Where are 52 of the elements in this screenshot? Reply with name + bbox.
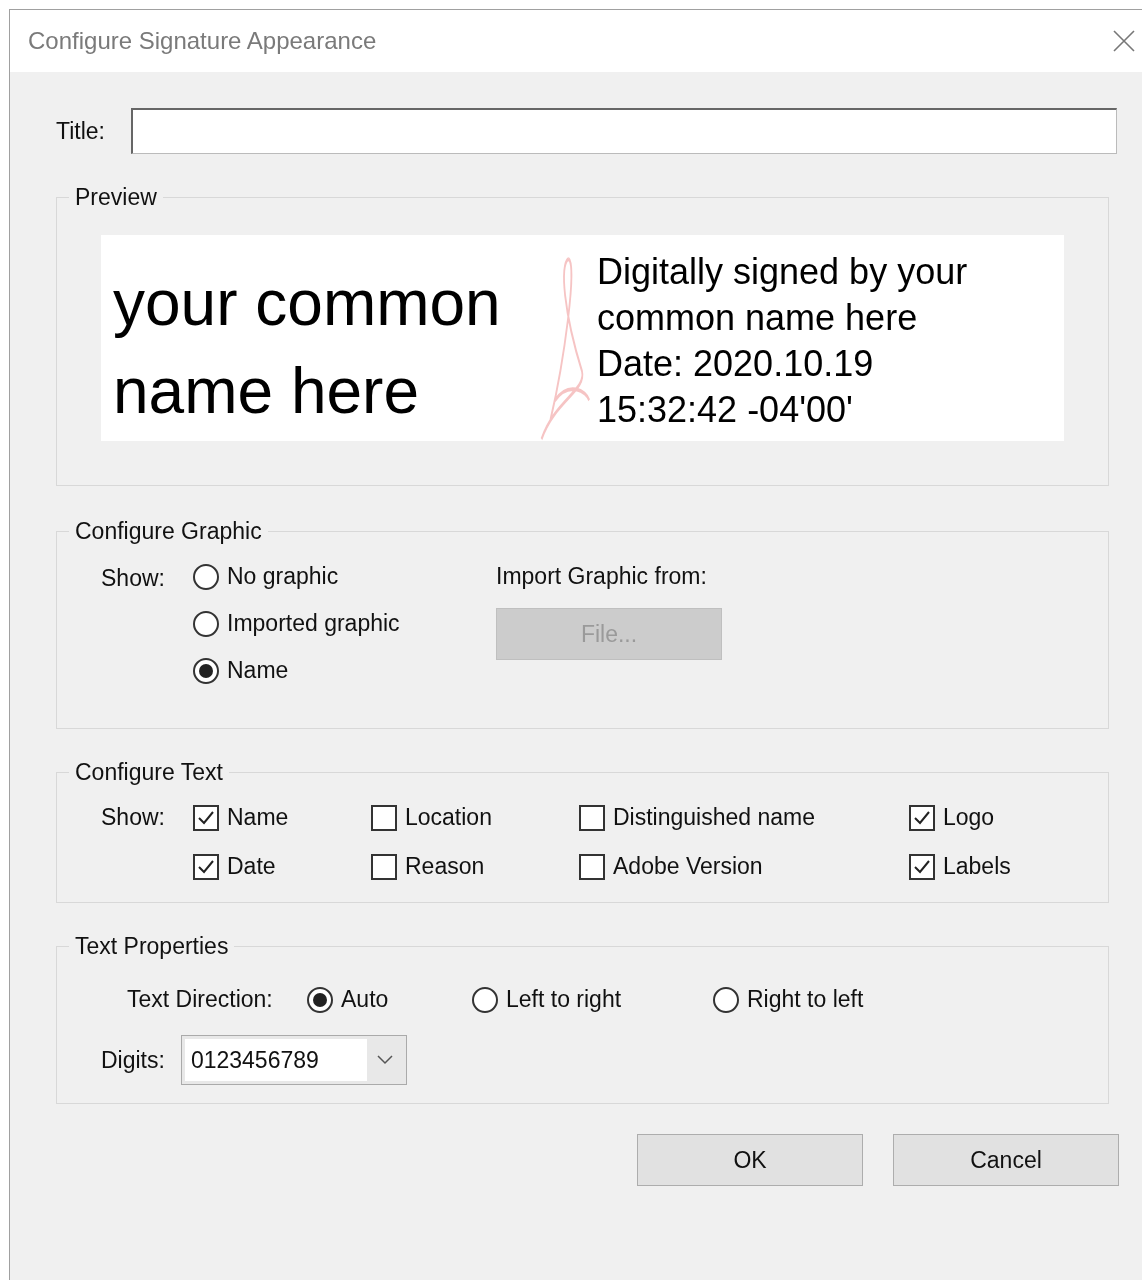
radio-button[interactable] [193,563,219,590]
checkbox-option[interactable]: Labels [909,853,1108,880]
group-title: Preview [74,184,158,211]
checkmark-icon [197,858,215,875]
radio-option[interactable]: No graphic [193,563,496,590]
checkbox[interactable] [371,804,397,831]
radio-option[interactable]: Name [193,657,496,684]
checkbox[interactable] [909,853,935,880]
checkbox-option[interactable]: Reason [371,853,579,880]
radio-button[interactable] [193,610,219,637]
group-title: Text Properties [74,933,230,960]
checkbox-option[interactable]: Location [371,804,579,831]
title-label: Title: [56,117,105,145]
show-label: Show: [101,804,166,832]
import-label: Import Graphic from: [496,563,708,590]
checkbox[interactable] [909,804,935,831]
dialog-button[interactable]: Cancel [893,1134,1119,1186]
radio-button[interactable] [193,657,219,684]
checkmark-icon [913,858,931,875]
radio-button[interactable] [472,986,498,1013]
checkbox-option[interactable]: Date [193,853,371,880]
checkbox[interactable] [579,804,605,831]
checkbox-option[interactable]: Distinguished name [579,804,909,831]
checkmark-icon [913,809,931,826]
radio-option[interactable]: Auto [307,986,472,1013]
signature-details: Date: 2020.10.19 15:32:42 -04'00' [597,342,875,432]
chevron-down-icon [376,1055,393,1065]
checkbox[interactable] [579,853,605,880]
window-title: Configure Signature Appearance [28,27,377,55]
radio-option[interactable]: Imported graphic [193,610,496,637]
checkbox-option[interactable]: Adobe Version [579,853,909,880]
digits-dropdown[interactable]: 0123456789 [180,1035,407,1085]
radio-button[interactable] [307,986,333,1013]
digits-label: Digits: [101,1046,165,1074]
checkmark-icon [197,809,215,826]
show-label: Show: [101,564,166,593]
radio-option[interactable]: Right to left [713,986,913,1013]
group-title: Configure Text [74,759,224,786]
radio-button[interactable] [713,986,739,1013]
checkbox-option[interactable]: Name [193,804,371,831]
dialog-button[interactable]: OK [637,1134,863,1186]
title-input-field[interactable] [131,108,1117,154]
checkbox[interactable] [193,804,219,831]
text-direction-label: Text Direction: [126,986,274,1013]
radio-option[interactable]: Left to right [472,986,713,1013]
checkbox-option[interactable]: Logo [909,804,1108,831]
signature-details: Digitally signed by your common name here [597,250,969,340]
close-icon[interactable] [1112,29,1136,53]
checkbox[interactable] [371,853,397,880]
group-title: Configure Graphic [74,518,263,545]
checkbox[interactable] [193,853,219,880]
signer-name: your common name here [112,266,502,429]
